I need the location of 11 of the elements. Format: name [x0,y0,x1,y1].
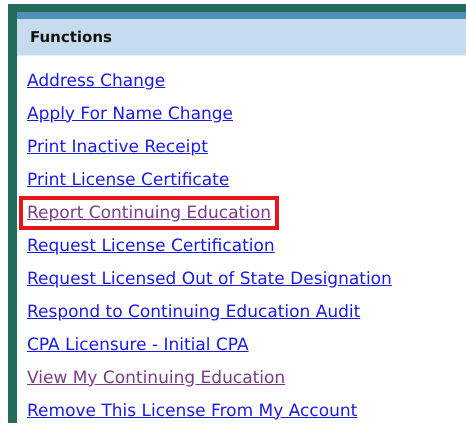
function-link[interactable]: Request Licensed Out of State Designation [23,266,396,292]
function-link[interactable]: Address Change [23,68,170,94]
function-link[interactable]: Request License Certification [23,232,279,258]
function-link[interactable]: Respond to Continuing Education Audit [23,298,364,324]
function-link[interactable]: Remove This License From My Account [23,398,362,424]
function-link[interactable]: Print Inactive Receipt [23,134,212,160]
function-link[interactable]: View My Continuing Education [23,364,290,390]
function-link[interactable]: CPA Licensure - Initial CPA [23,332,253,358]
function-link[interactable]: Apply For Name Change [23,100,238,126]
panel-title: Functions [30,28,112,46]
function-link[interactable]: Print License Certificate [23,166,234,192]
